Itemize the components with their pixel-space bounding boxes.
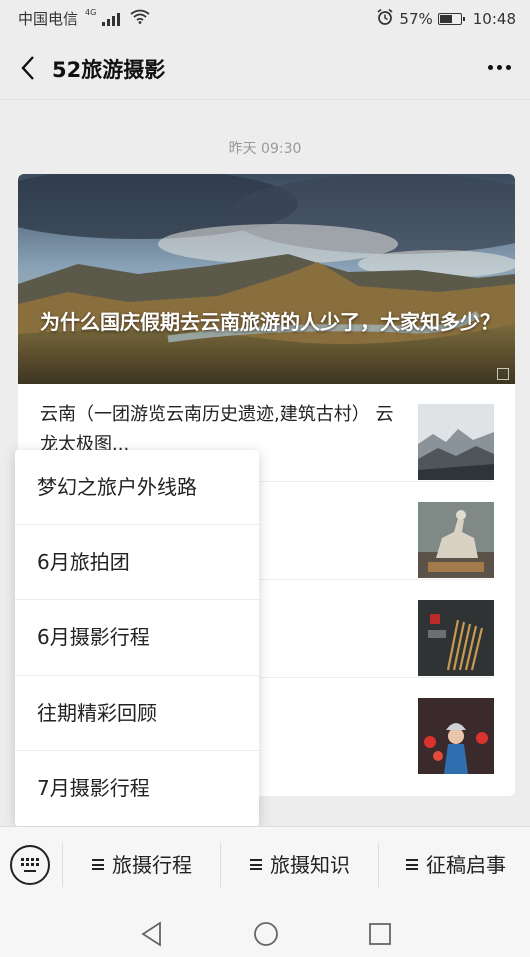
- tab-submission-notice[interactable]: 征稿启事: [382, 841, 530, 889]
- hero-article[interactable]: 为什么国庆假期去云南旅游的人少了，大家知多少？: [18, 174, 515, 384]
- nav-recents-button[interactable]: [360, 914, 400, 954]
- more-button[interactable]: [484, 52, 514, 82]
- wifi-icon: [130, 9, 150, 28]
- menu-item-june-photo-schedule[interactable]: 6月摄影行程: [15, 600, 259, 676]
- tab-travel-schedule[interactable]: 旅摄行程: [66, 841, 218, 889]
- battery-icon: [437, 13, 465, 25]
- network-type-label: 4G: [85, 8, 97, 17]
- menu-lines-icon: [92, 857, 104, 873]
- status-bar: 中国电信 4G 57% 10:48: [0, 0, 530, 36]
- message-timestamp: 昨天 09:30: [228, 141, 302, 157]
- tab-travel-knowledge[interactable]: 旅摄知识: [224, 841, 376, 889]
- carrier-label: 中国电信: [18, 10, 79, 28]
- divider: [62, 843, 63, 887]
- tab-label: 征稿启事: [426, 853, 506, 877]
- keyboard-icon: [19, 855, 41, 875]
- menu-item-june-tour[interactable]: 6月旅拍团: [15, 525, 259, 601]
- nav-recents-icon: [369, 923, 391, 945]
- menu-item-past-highlights[interactable]: 往期精彩回顾: [15, 676, 259, 751]
- nav-back-button[interactable]: [132, 914, 172, 954]
- nav-back-icon: [141, 921, 161, 947]
- hero-landscape-image: [18, 174, 515, 384]
- title-bar: 52旅游摄影: [0, 36, 530, 100]
- menu-lines-icon: [406, 857, 418, 873]
- battery-percent: 57%: [399, 10, 433, 28]
- hero-title: 为什么国庆假期去云南旅游的人少了，大家知多少？: [40, 310, 500, 334]
- keyboard-toggle-button[interactable]: [10, 845, 50, 885]
- divider: [378, 843, 379, 887]
- brushes-thumbnail: [418, 600, 494, 676]
- nav-home-button[interactable]: [246, 914, 286, 954]
- page-title: 52旅游摄影: [52, 58, 166, 82]
- bottom-menu-bar: 旅摄行程 旅摄知识 征稿启事: [0, 826, 530, 906]
- popup-menu: 梦幻之旅户外线路 6月旅拍团 6月摄影行程 往期精彩回顾 7月摄影行程: [15, 450, 259, 826]
- tab-label: 旅摄行程: [112, 853, 192, 877]
- misty-mountain-thumbnail: [418, 404, 494, 480]
- menu-lines-icon: [250, 857, 262, 873]
- watermark-stamp: [497, 368, 509, 380]
- status-left: 中国电信 4G: [18, 8, 150, 29]
- menu-item-dream-travel[interactable]: 梦幻之旅户外线路: [15, 450, 259, 526]
- system-nav-bar: [0, 906, 530, 957]
- signal-icon: [102, 12, 121, 26]
- back-arrow-icon: [21, 56, 34, 80]
- alarm-icon: [376, 8, 394, 30]
- back-button[interactable]: [10, 50, 46, 86]
- divider: [220, 843, 221, 887]
- more-dots-icon: [487, 64, 511, 70]
- festival-thumbnail: [418, 698, 494, 774]
- tab-label: 旅摄知识: [270, 853, 350, 877]
- menu-item-july-photo-schedule[interactable]: 7月摄影行程: [15, 751, 259, 826]
- clock: 10:48: [472, 10, 516, 28]
- nav-home-icon: [254, 922, 278, 946]
- status-right: 57% 10:48: [376, 8, 516, 30]
- statue-thumbnail: [418, 502, 494, 578]
